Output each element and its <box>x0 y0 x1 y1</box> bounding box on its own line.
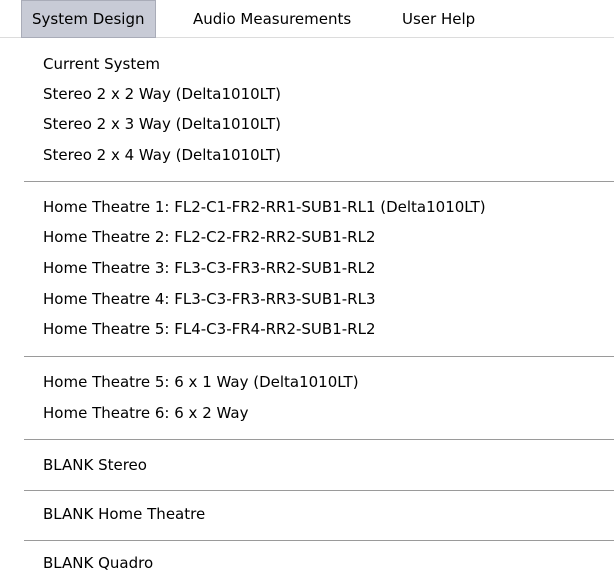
menu-user-help[interactable]: User Help <box>392 0 485 38</box>
menu-bar: System Design Audio Measurements User He… <box>0 0 614 38</box>
menu-item-blank-stereo[interactable]: BLANK Stereo <box>43 452 147 478</box>
menu-item-home-theatre-4[interactable]: Home Theatre 4: FL3-C3-FR3-RR3-SUB1-RL3 <box>43 286 375 312</box>
menu-item-stereo-2x4[interactable]: Stereo 2 x 4 Way (Delta1010LT) <box>43 142 281 168</box>
menu-audio-measurements[interactable]: Audio Measurements <box>183 0 361 38</box>
menu-item-stereo-2x2[interactable]: Stereo 2 x 2 Way (Delta1010LT) <box>43 81 281 107</box>
menu-item-home-theatre-6-6x2[interactable]: Home Theatre 6: 6 x 2 Way <box>43 400 248 426</box>
menu-item-stereo-2x3[interactable]: Stereo 2 x 3 Way (Delta1010LT) <box>43 111 281 137</box>
menu-separator <box>24 540 614 542</box>
system-design-dropdown: Current System Stereo 2 x 2 Way (Delta10… <box>0 38 614 584</box>
menu-separator <box>24 181 614 183</box>
menu-item-home-theatre-2[interactable]: Home Theatre 2: FL2-C2-FR2-RR2-SUB1-RL2 <box>43 224 375 250</box>
menu-item-blank-quadro[interactable]: BLANK Quadro <box>43 550 153 576</box>
menu-item-home-theatre-5-6x1[interactable]: Home Theatre 5: 6 x 1 Way (Delta1010LT) <box>43 369 359 395</box>
menu-item-blank-home-theatre[interactable]: BLANK Home Theatre <box>43 501 205 527</box>
menu-separator <box>24 490 614 492</box>
menu-item-home-theatre-1[interactable]: Home Theatre 1: FL2-C1-FR2-RR1-SUB1-RL1 … <box>43 194 486 220</box>
menu-separator <box>24 439 614 441</box>
menu-item-home-theatre-5[interactable]: Home Theatre 5: FL4-C3-FR4-RR2-SUB1-RL2 <box>43 316 375 342</box>
menu-system-design[interactable]: System Design <box>21 0 156 38</box>
menu-separator <box>24 356 614 358</box>
menu-item-home-theatre-3[interactable]: Home Theatre 3: FL3-C3-FR3-RR2-SUB1-RL2 <box>43 255 375 281</box>
menu-item-current-system[interactable]: Current System <box>43 51 160 77</box>
